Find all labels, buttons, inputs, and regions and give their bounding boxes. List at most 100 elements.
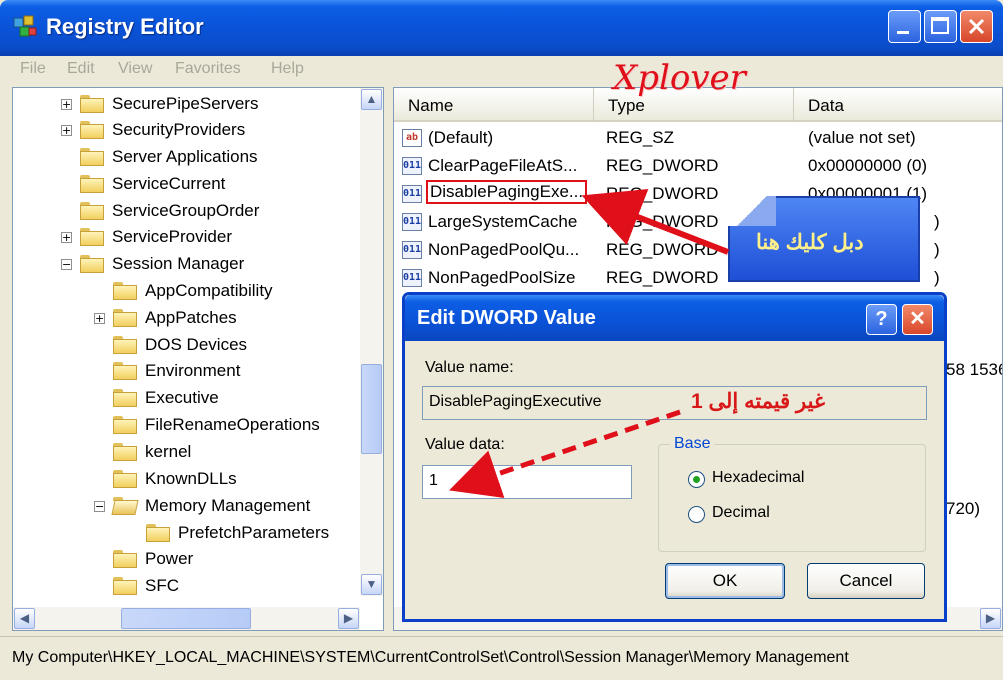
value-name: LargeSystemCache xyxy=(428,212,578,231)
tree-item-label: SFC xyxy=(145,576,179,595)
tree-item[interactable]: + SecurePipeServers xyxy=(61,91,258,117)
tree-item[interactable]: PrefetchParameters xyxy=(146,520,329,546)
column-header-data[interactable]: Data xyxy=(794,88,1002,122)
folder-icon xyxy=(113,309,137,327)
tree-item-label: ServiceCurrent xyxy=(112,174,226,193)
folder-icon xyxy=(113,362,137,380)
value-data: ) xyxy=(934,240,940,259)
window-title: Registry Editor xyxy=(46,14,204,39)
scroll-right-icon[interactable]: ▶ xyxy=(980,608,1001,629)
scroll-up-icon[interactable]: ▲ xyxy=(361,89,382,110)
maximize-button[interactable] xyxy=(924,10,957,43)
minimize-button[interactable] xyxy=(888,10,921,43)
change-value-note: غير قيمته إلى 1 xyxy=(691,390,825,413)
title-bar[interactable]: Registry Editor xyxy=(0,0,1003,56)
tree-item-label: AppPatches xyxy=(145,308,237,327)
list-item[interactable]: 011 ClearPageFileAtS... REG_DWORD 0x0000… xyxy=(394,152,1002,180)
dword-value-icon: 011 xyxy=(402,241,422,259)
tree-item-label: Environment xyxy=(145,361,241,380)
value-name: ClearPageFileAtS... xyxy=(428,156,578,175)
folder-icon xyxy=(80,148,104,166)
expand-toggle[interactable]: + xyxy=(61,231,72,243)
column-header-name[interactable]: Name xyxy=(394,88,594,122)
value-type: REG_SZ xyxy=(606,128,675,147)
tree-item-selected[interactable]: − Memory Management xyxy=(94,493,310,519)
menu-file[interactable]: File xyxy=(20,60,46,78)
tree-item-label: Power xyxy=(145,549,194,568)
decimal-label[interactable]: Decimal xyxy=(712,504,770,522)
expand-toggle[interactable]: + xyxy=(61,98,72,110)
scroll-down-icon[interactable]: ▼ xyxy=(361,574,382,595)
tree-item[interactable]: KnownDLLs xyxy=(113,466,237,492)
tree-item-label: PrefetchParameters xyxy=(178,523,330,542)
tree-item[interactable]: Environment xyxy=(113,358,240,384)
value-data: (value not set) xyxy=(808,128,916,147)
tree-item[interactable]: + SecurityProviders xyxy=(61,117,245,143)
callout-fold-corner xyxy=(728,196,776,226)
tree-item-label: Memory Management xyxy=(145,496,311,515)
dword-value-icon: 011 xyxy=(402,269,422,287)
string-value-icon: ab xyxy=(402,129,422,147)
tree-item-label: ServiceGroupOrder xyxy=(112,201,260,220)
expand-toggle[interactable]: + xyxy=(94,312,105,324)
tree-item[interactable]: DOS Devices xyxy=(113,332,247,358)
value-type: REG_DWORD xyxy=(606,212,719,231)
folder-icon xyxy=(113,282,137,300)
list-item[interactable]: ab (Default) REG_SZ (value not set) xyxy=(394,124,1002,152)
cancel-button[interactable]: Cancel xyxy=(807,563,925,599)
collapse-toggle[interactable]: − xyxy=(94,500,105,512)
scroll-left-icon[interactable]: ◀ xyxy=(14,608,35,629)
hexadecimal-label[interactable]: Hexadecimal xyxy=(712,469,804,487)
tree-horizontal-scrollbar[interactable]: ◀ ▶ xyxy=(13,607,360,630)
collapse-toggle[interactable]: − xyxy=(61,258,72,270)
folder-icon xyxy=(113,336,137,354)
folder-icon xyxy=(113,577,137,595)
menu-edit[interactable]: Edit xyxy=(67,60,95,78)
value-name-field[interactable]: DisablePagingExecutive xyxy=(422,386,927,420)
scroll-thumb[interactable] xyxy=(121,608,251,629)
tree-item-label: Session Manager xyxy=(112,254,245,273)
tree-item[interactable]: FileRenameOperations xyxy=(113,412,320,438)
folder-icon xyxy=(80,255,104,273)
maximize-icon xyxy=(931,17,949,34)
value-data-field[interactable]: 1 xyxy=(422,465,632,499)
folder-icon xyxy=(80,228,104,246)
key-tree-pane[interactable]: + SecurePipeServers + SecurityProviders … xyxy=(12,87,384,631)
tree-item[interactable]: kernel xyxy=(113,439,191,465)
folder-icon xyxy=(80,121,104,139)
tree-item[interactable]: + ServiceProvider xyxy=(61,224,232,250)
folder-icon xyxy=(113,550,137,568)
xplover-watermark: Xplover xyxy=(613,58,746,98)
tree-item[interactable]: − Session Manager xyxy=(61,251,244,277)
registry-path: My Computer\HKEY_LOCAL_MACHINE\SYSTEM\Cu… xyxy=(12,649,849,666)
help-button[interactable]: ? xyxy=(866,304,897,335)
tree-item[interactable]: Server Applications xyxy=(80,144,258,170)
tree-item[interactable]: SFC xyxy=(113,573,179,599)
tree-vertical-scrollbar[interactable]: ▲ ▼ xyxy=(360,88,383,596)
value-name: DisablePagingExe... xyxy=(425,180,588,204)
tree-item[interactable]: Executive xyxy=(113,385,219,411)
scroll-thumb[interactable] xyxy=(361,364,382,454)
folder-icon xyxy=(146,524,170,542)
tree-item[interactable]: + AppPatches xyxy=(94,305,237,331)
tree-item[interactable]: Power xyxy=(113,546,193,572)
folder-icon xyxy=(80,175,104,193)
dialog-title-bar[interactable]: Edit DWORD Value ? ✕ xyxy=(405,295,944,341)
tree-item[interactable]: ServiceGroupOrder xyxy=(80,198,259,224)
decimal-radio[interactable] xyxy=(688,506,705,523)
close-button[interactable] xyxy=(960,10,993,43)
expand-toggle[interactable]: + xyxy=(61,124,72,136)
menu-favorites[interactable]: Favorites xyxy=(175,60,241,78)
status-bar: My Computer\HKEY_LOCAL_MACHINE\SYSTEM\Cu… xyxy=(0,636,1003,680)
tree-item-label: Executive xyxy=(145,388,219,407)
scroll-right-icon[interactable]: ▶ xyxy=(338,608,359,629)
value-data-partial: 58 1536 xyxy=(946,360,1003,379)
dword-value-icon: 011 xyxy=(402,213,422,231)
tree-item[interactable]: ServiceCurrent xyxy=(80,171,225,197)
tree-item[interactable]: AppCompatibility xyxy=(113,278,273,304)
hexadecimal-radio[interactable] xyxy=(688,471,705,488)
menu-view[interactable]: View xyxy=(118,60,152,78)
dialog-close-button[interactable]: ✕ xyxy=(902,304,933,335)
menu-help[interactable]: Help xyxy=(271,60,304,78)
ok-button[interactable]: OK xyxy=(665,563,785,599)
